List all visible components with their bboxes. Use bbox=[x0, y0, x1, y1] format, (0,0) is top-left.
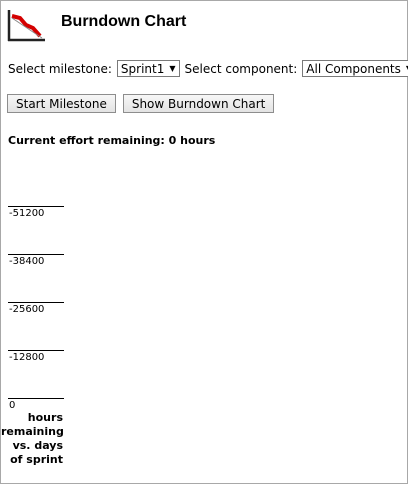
y-axis-tick-line bbox=[8, 206, 64, 207]
chart-caption-line: remaining bbox=[1, 425, 64, 438]
burndown-chart-icon bbox=[7, 10, 45, 42]
y-axis-tick-label: -38400 bbox=[9, 256, 45, 267]
milestone-select-value: Sprint1 bbox=[120, 61, 165, 76]
y-axis-tick-line bbox=[8, 350, 64, 351]
y-axis-tick-label: -51200 bbox=[9, 208, 45, 219]
milestone-select[interactable]: Sprint1 ▼ bbox=[116, 60, 180, 77]
component-select[interactable]: All Components ▼ bbox=[302, 60, 408, 77]
component-label: Select component: bbox=[184, 61, 298, 76]
chart-caption-line: vs. days bbox=[12, 439, 63, 452]
y-axis-tick-line bbox=[8, 254, 64, 255]
filter-bar: Select milestone: Sprint1 ▼ Select compo… bbox=[8, 60, 408, 77]
y-axis-tick-line bbox=[8, 398, 64, 399]
page-title: Burndown Chart bbox=[61, 13, 187, 30]
burndown-window: Burndown Chart Select milestone: Sprint1… bbox=[0, 0, 408, 484]
y-axis-tick-label: -12800 bbox=[9, 352, 45, 363]
show-burndown-chart-button[interactable]: Show Burndown Chart bbox=[122, 94, 275, 113]
y-axis-tick-label: 0 bbox=[9, 400, 16, 411]
y-axis-tick-line bbox=[8, 302, 64, 303]
chart-caption-line: of sprint bbox=[10, 453, 63, 466]
chart-caption: hours remaining vs. days of sprint bbox=[1, 411, 64, 467]
action-bar: Start Milestone Show Burndown Chart bbox=[7, 94, 281, 113]
chart-caption-line: hours bbox=[27, 411, 63, 424]
start-milestone-button[interactable]: Start Milestone bbox=[7, 94, 116, 113]
component-select-value: All Components bbox=[306, 61, 401, 76]
effort-remaining-text: Current effort remaining: 0 hours bbox=[8, 134, 216, 147]
chevron-down-icon: ▼ bbox=[169, 64, 176, 73]
y-axis-tick-label: -25600 bbox=[9, 304, 45, 315]
milestone-label: Select milestone: bbox=[8, 61, 112, 76]
